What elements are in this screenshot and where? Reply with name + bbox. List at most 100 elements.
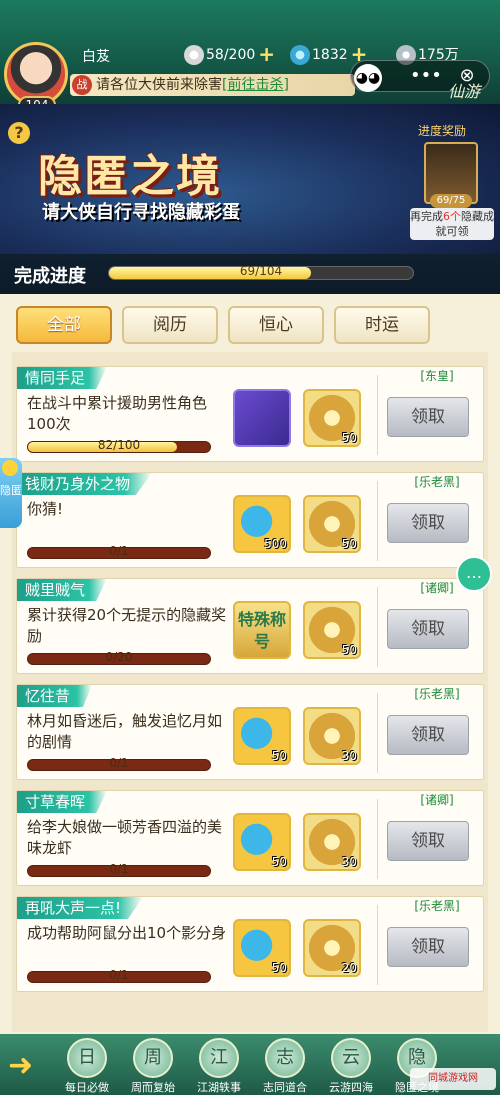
chat-icon[interactable]: … [456,556,492,592]
nav-label: 周而复始 [131,1081,175,1094]
jade-token-icon[interactable]: 30 [303,707,361,765]
side-tab[interactable]: 隐匿 [0,458,22,528]
jade-token-icon[interactable]: 50 [303,389,361,447]
nav-item[interactable]: 志志同道合 [254,1034,316,1095]
tab-fortune[interactable]: 时运 [334,306,430,344]
reward-amount: 50 [341,643,357,657]
tab-all[interactable]: 全部 [16,306,112,344]
game-logo: 仙游 [448,82,481,101]
nav-label: 每日必做 [65,1081,109,1094]
claim-button[interactable]: 领取 [387,609,469,649]
divider [377,905,378,985]
task-npc: [乐老黑] [414,475,460,489]
task-description: 累计获得20个无提示的隐藏奖励 [27,606,227,645]
nav-item[interactable]: 云云游四海 [320,1034,382,1095]
overall-progress-text: 69/104 [239,264,283,278]
task-npc: [诸卿] [420,793,454,807]
claim-button[interactable]: 领取 [387,397,469,437]
claim-button[interactable]: 领取 [387,503,469,543]
fan-token-icon[interactable]: 50 [233,813,291,871]
task-title: 忆往昔 [17,685,93,707]
task-description: 林月如昏迷后，触发追忆月如的剧情 [27,712,223,751]
task-npc: [东皇] [420,369,454,383]
special-title-icon[interactable]: 特殊称号 [233,601,291,659]
nav-label: 志同道合 [263,1081,307,1094]
task-title: 寸草春晖 [17,791,108,813]
add-silver-icon[interactable]: + [258,44,276,64]
task-card: 贼里贼气 累计获得20个无提示的隐藏奖励 0/20 特殊称号 50 [诸卿] 领取 [16,578,484,674]
task-description: 你猜! [27,500,64,518]
fan-token-icon[interactable]: 500 [233,495,291,553]
jade-token-icon[interactable]: 50 [303,495,361,553]
claim-button[interactable]: 领取 [387,927,469,967]
task-title: 贼里贼气 [17,579,108,601]
reward-amount: 30 [341,855,357,869]
jade-token-icon[interactable]: 30 [303,813,361,871]
task-card: 钱财乃身外之物你猜! 0/1 500 50 [乐老黑] 领取 [16,472,484,568]
task-description: 给李大娘做一顿芳香四溢的美味龙虾 [27,818,223,857]
reward-amount: 50 [341,431,357,445]
reward-amount: 50 [341,537,357,551]
fan-token-icon[interactable]: 50 [233,919,291,977]
nav-icon: 云 [331,1038,371,1078]
progress-label: 完成进度 [14,266,86,287]
task-title: 钱财乃身外之物 [17,473,153,495]
nav-label: 江湖轶事 [197,1081,241,1094]
reward-amount: 50 [271,749,287,763]
notice-text: 请各位大侠前来除害 [96,77,222,93]
help-icon[interactable]: ? [8,122,30,144]
back-arrow-icon[interactable]: ➜ [8,1051,52,1082]
fan-token-icon[interactable]: 50 [233,707,291,765]
nav-icon: 周 [133,1038,173,1078]
task-progress-text: 0/1 [109,862,129,876]
task-npc: [乐老黑] [414,687,460,701]
event-subtitle: 请大侠自行寻找隐藏彩蛋 [42,202,240,223]
reward-amount: 20 [341,961,357,975]
resource-silver[interactable]: 58/200 + [184,44,276,66]
task-progress-text: 0/20 [105,650,133,664]
divider [377,481,378,561]
task-description: 成功帮助阿鼠分出10个影分身 [27,924,227,942]
battle-badge: 战 [72,75,92,95]
task-progress-text: 0/1 [109,756,129,770]
silver-value: 58/200 [206,47,256,63]
reward-title: 进度奖励 [418,124,467,138]
treasure-chest-icon[interactable] [233,389,291,447]
nav-item[interactable]: 周周而复始 [122,1034,184,1095]
task-title: 情同手足 [17,367,108,389]
divider [377,693,378,773]
player-name: 白芨 [82,49,110,65]
claim-button[interactable]: 领取 [387,715,469,755]
task-npc: [乐老黑] [414,899,460,913]
reward-amount: 30 [341,749,357,763]
watermark: 同城游戏网 [410,1068,496,1090]
nav-item[interactable]: 日每日必做 [56,1034,118,1095]
nav-item[interactable]: 江江湖轶事 [188,1034,250,1095]
reward-amount: 500 [264,537,287,551]
jade-value: 1832 [312,47,348,63]
jade-token-icon[interactable]: 50 [303,601,361,659]
task-card: 忆往昔林月如昏迷后，触发追忆月如的剧情 0/1 50 30 [乐老黑] 领取 [16,684,484,780]
task-progress-text: 0/1 [109,968,129,982]
task-progress-text: 0/1 [109,544,129,558]
jade-token-icon[interactable]: 20 [303,919,361,977]
claim-button[interactable]: 领取 [387,821,469,861]
reward-amount: 50 [271,961,287,975]
notice-link[interactable]: [前往击杀] [222,77,289,93]
notice-bar[interactable]: 战 请各位大侠前来除害[前往击杀] [70,74,355,96]
more-menu-button[interactable]: ••• [410,62,442,90]
tab-experience[interactable]: 阅历 [122,306,218,344]
task-description: 在战斗中累计援助男性角色100次 [27,394,208,433]
divider [377,799,378,879]
reward-note: 再完成6个隐藏成就可领 [410,208,494,240]
task-title: 再吼大声一点! [17,897,144,919]
side-tab-dot-icon [2,460,18,476]
nav-icon: 日 [67,1038,107,1078]
nav-label: 云游四海 [329,1081,373,1094]
task-card: 再吼大声一点! 成功帮助阿鼠分出10个影分身 0/1 50 20 [乐老黑] 领取 [16,896,484,992]
tab-perseverance[interactable]: 恒心 [228,306,324,344]
jade-coin-icon [290,45,310,65]
divider [377,375,378,455]
mascot-icon[interactable]: ◕◕ [354,64,382,92]
task-card: 情同手足 在战斗中累计援助男性角色100次 82/100 50 [东皇] 领取 [16,366,484,462]
